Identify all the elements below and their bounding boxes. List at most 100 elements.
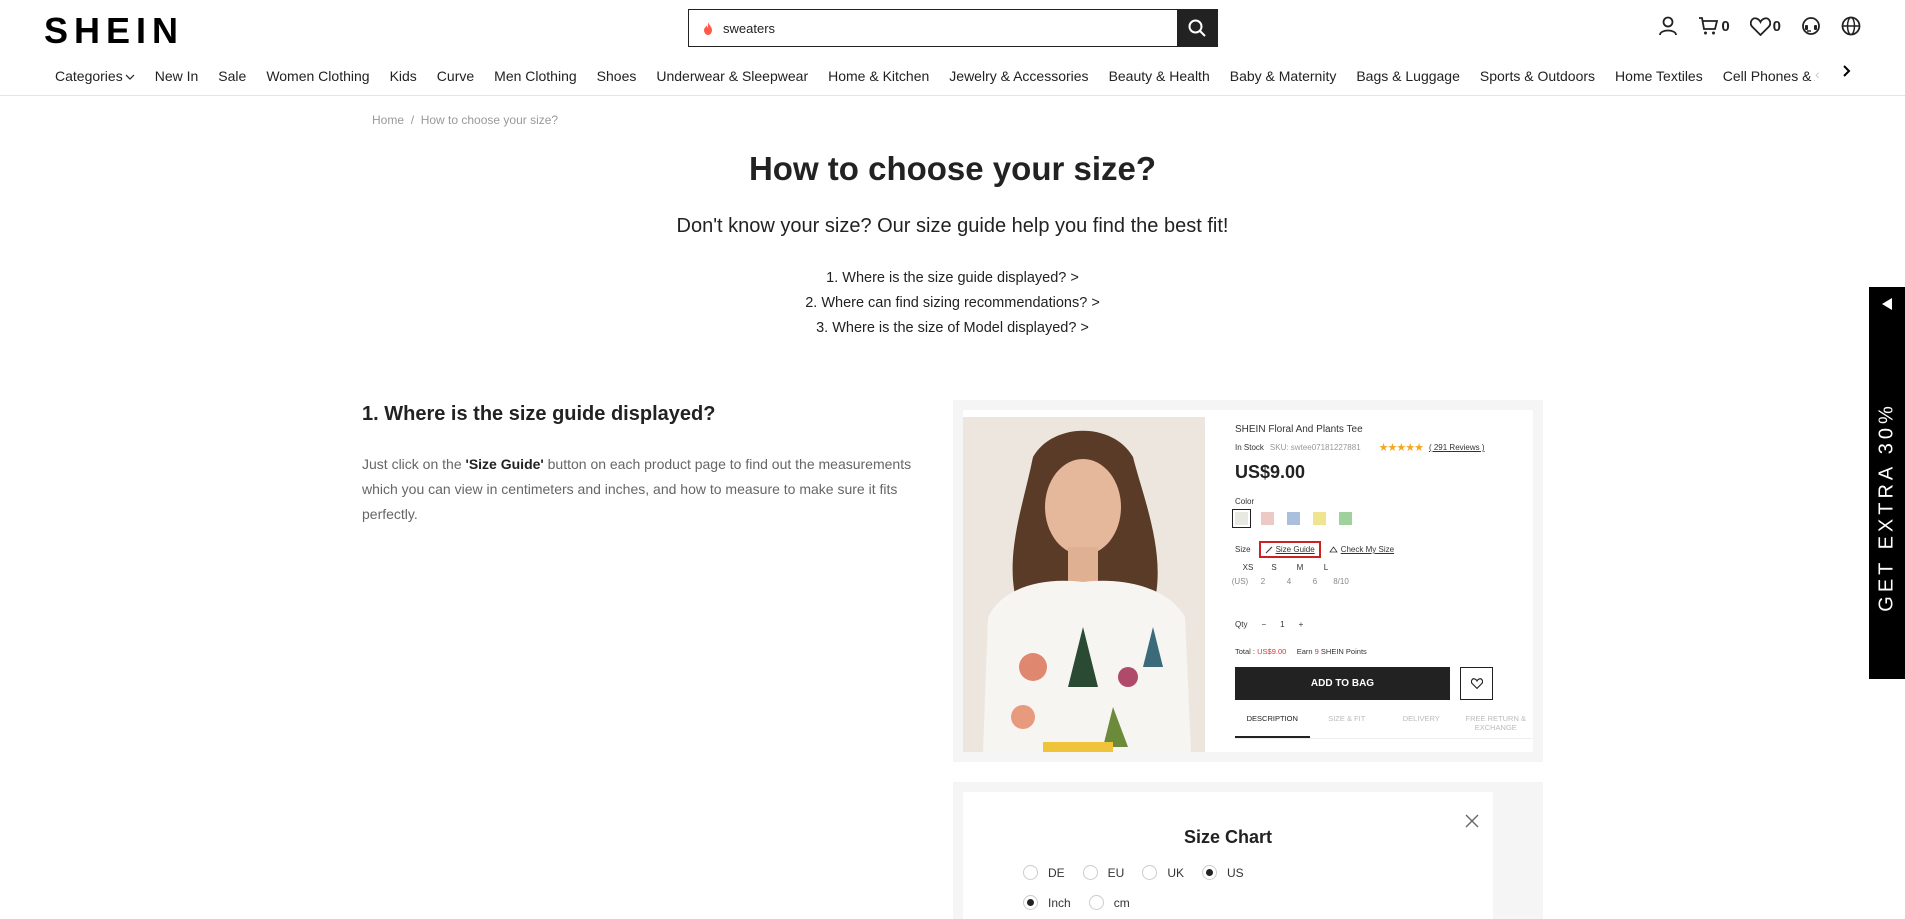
close-icon[interactable] bbox=[1465, 814, 1479, 833]
section-title: 1. Where is the size guide displayed? bbox=[362, 403, 716, 425]
region-radio[interactable]: DE bbox=[1023, 865, 1065, 880]
check-my-size-button[interactable]: Check My Size bbox=[1328, 545, 1394, 554]
heart-icon bbox=[1749, 16, 1771, 36]
nav-item[interactable]: Sale bbox=[218, 56, 246, 96]
section-highlight: 'Size Guide' bbox=[465, 456, 544, 472]
color-swatch[interactable] bbox=[1287, 512, 1300, 525]
stock-row: In Stock SKU: swtee07181227881 ★★★★★ ( 2… bbox=[1235, 441, 1533, 454]
us-size-row: (US) 2 4 6 8/10 bbox=[1230, 577, 1533, 586]
tab-free-return[interactable]: FREE RETURN & EXCHANGE bbox=[1459, 714, 1534, 738]
nav-item[interactable]: Home & Kitchen bbox=[828, 56, 929, 96]
region-label: UK bbox=[1167, 865, 1185, 880]
cart-icon bbox=[1699, 17, 1719, 35]
color-swatch[interactable] bbox=[1339, 512, 1352, 525]
unit-radio[interactable]: Inch bbox=[1023, 895, 1071, 910]
shein-logo[interactable]: SHEIN bbox=[44, 10, 184, 52]
nav-item[interactable]: Sports & Outdoors bbox=[1480, 56, 1595, 96]
ruler-icon bbox=[1265, 546, 1272, 553]
region-radio[interactable]: UK bbox=[1142, 865, 1184, 880]
nav-item[interactable]: Jewelry & Accessories bbox=[949, 56, 1088, 96]
product-sku: SKU: swtee07181227881 bbox=[1269, 443, 1361, 452]
size-chart-screenshot: Size Chart DE EU UK US Inch cm bbox=[953, 782, 1543, 919]
tab-description[interactable]: DESCRIPTION bbox=[1235, 714, 1310, 738]
breadcrumb: Home / How to choose your size? bbox=[372, 113, 558, 127]
tab-size-fit[interactable]: SIZE & FIT bbox=[1310, 714, 1385, 738]
product-price: US$9.00 bbox=[1235, 462, 1306, 482]
toc-link[interactable]: 1. Where is the size guide displayed? > bbox=[0, 266, 1905, 291]
unit-radio-group: Inch cm bbox=[1023, 895, 1130, 910]
nav-item[interactable]: Men Clothing bbox=[494, 56, 577, 96]
color-swatch[interactable] bbox=[1313, 512, 1326, 525]
points-label: SHEIN Points bbox=[1320, 647, 1367, 656]
hanger-icon bbox=[1328, 546, 1338, 553]
region-label: DE bbox=[1048, 865, 1065, 880]
nav-item[interactable]: Bags & Luggage bbox=[1356, 56, 1460, 96]
nav-item[interactable]: Shoes bbox=[597, 56, 637, 96]
radio-circle bbox=[1023, 865, 1038, 880]
total-row: Total : US$9.00 Earn 9 SHEIN Points bbox=[1235, 647, 1533, 656]
wishlist-button[interactable]: 0 bbox=[1749, 16, 1781, 36]
region-label: US bbox=[1227, 865, 1244, 880]
hot-flame-icon bbox=[703, 10, 717, 46]
nav-item[interactable]: Cell Phones & Accessories bbox=[1723, 56, 1815, 96]
search-input[interactable] bbox=[723, 10, 1177, 46]
search-button[interactable] bbox=[1177, 10, 1217, 46]
us-size-label: (US) bbox=[1231, 577, 1249, 586]
size-label: Size bbox=[1235, 545, 1251, 554]
unit-label: Inch bbox=[1048, 895, 1071, 910]
size-option[interactable]: L bbox=[1313, 563, 1339, 572]
nav-item[interactable]: Women Clothing bbox=[266, 56, 369, 96]
stock-status: In Stock bbox=[1235, 443, 1264, 452]
size-option[interactable]: M bbox=[1287, 563, 1313, 572]
wishlist-add-button[interactable] bbox=[1460, 667, 1493, 700]
qty-value[interactable]: 1 bbox=[1280, 620, 1284, 629]
add-to-bag-button[interactable]: ADD TO BAG bbox=[1235, 667, 1450, 700]
nav-scroll-right-icon[interactable] bbox=[1840, 64, 1854, 83]
size-guide-label: Size Guide bbox=[1275, 545, 1315, 554]
qty-minus-button[interactable]: − bbox=[1261, 620, 1266, 629]
rating-stars-icon: ★★★★★ bbox=[1378, 442, 1424, 454]
top-bar: SHEIN 0 0 bbox=[0, 0, 1905, 56]
size-option[interactable]: S bbox=[1261, 563, 1287, 572]
expand-triangle-icon[interactable] bbox=[1881, 297, 1893, 316]
reviews-link[interactable]: ( 291 Reviews ) bbox=[1429, 443, 1485, 452]
toc-link[interactable]: 2. Where can find sizing recommendations… bbox=[0, 291, 1905, 316]
region-radio[interactable]: EU bbox=[1082, 865, 1124, 880]
toc-link[interactable]: 3. Where is the size of Model displayed?… bbox=[0, 316, 1905, 341]
nav-item[interactable]: Home Textiles bbox=[1615, 56, 1703, 96]
size-guide-button[interactable]: Size Guide bbox=[1258, 541, 1321, 558]
nav-item[interactable]: Kids bbox=[390, 56, 417, 96]
account-button[interactable] bbox=[1658, 16, 1678, 36]
support-button[interactable] bbox=[1801, 16, 1821, 36]
color-swatch[interactable] bbox=[1261, 512, 1274, 525]
breadcrumb-home[interactable]: Home bbox=[372, 113, 404, 127]
color-swatch[interactable] bbox=[1232, 509, 1251, 528]
nav-item[interactable]: New In bbox=[155, 56, 199, 96]
nav-item[interactable]: Categories bbox=[55, 56, 135, 96]
nav-item[interactable]: Underwear & Sleepwear bbox=[656, 56, 808, 96]
nav-item[interactable]: Curve bbox=[437, 56, 474, 96]
category-nav: Categories New In Sale Women Clothing Kids Cu… bbox=[0, 56, 1905, 96]
breadcrumb-current: How to choose your size? bbox=[420, 113, 559, 127]
nav-scroll-left-icon[interactable]: ‹ bbox=[1815, 66, 1820, 82]
promo-side-tab[interactable]: GET EXTRA 30% bbox=[1869, 287, 1905, 679]
nav-list: Categories New In Sale Women Clothing Kids Cu… bbox=[55, 56, 1815, 96]
nav-item[interactable]: Baby & Maternity bbox=[1230, 56, 1337, 96]
promo-text: GET EXTRA 30% bbox=[1875, 402, 1898, 612]
nav-item[interactable]: Beauty & Health bbox=[1109, 56, 1210, 96]
globe-icon bbox=[1841, 16, 1861, 36]
product-card: SHEIN Floral And Plants Tee In Stock SKU… bbox=[963, 410, 1533, 752]
radio-circle bbox=[1142, 865, 1158, 880]
size-option[interactable]: XS bbox=[1235, 563, 1261, 572]
qty-plus-button[interactable]: + bbox=[1299, 620, 1304, 629]
tab-delivery[interactable]: DELIVERY bbox=[1384, 714, 1459, 738]
cart-button[interactable]: 0 bbox=[1698, 16, 1730, 36]
search-bar bbox=[688, 9, 1218, 47]
breadcrumb-separator: / bbox=[410, 113, 415, 127]
language-button[interactable] bbox=[1841, 16, 1861, 36]
unit-radio[interactable]: cm bbox=[1088, 895, 1130, 910]
region-radio[interactable]: US bbox=[1202, 865, 1244, 880]
product-info: SHEIN Floral And Plants Tee In Stock SKU… bbox=[1232, 424, 1534, 739]
size-row: Size Size Guide Check My Size bbox=[1235, 541, 1533, 558]
product-photo bbox=[963, 417, 1205, 752]
